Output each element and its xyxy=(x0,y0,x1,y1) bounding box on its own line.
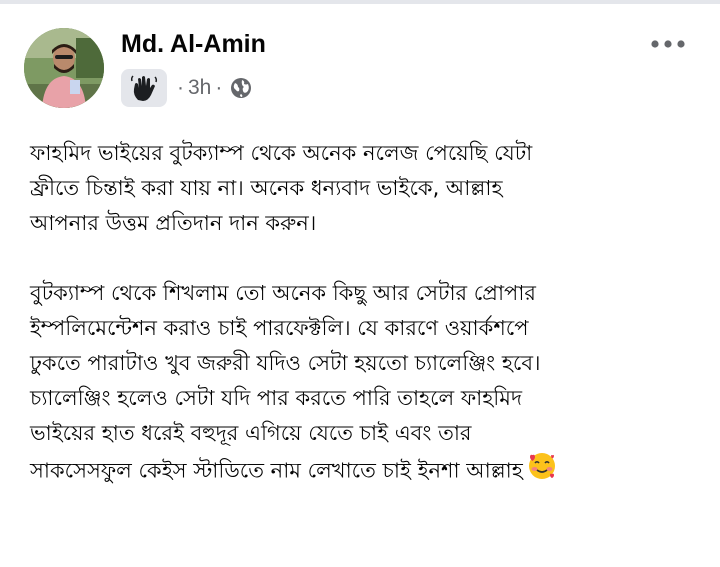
waving-hand-icon[interactable] xyxy=(121,69,167,107)
post-time[interactable]: 3h xyxy=(188,76,211,99)
post-text: সাকসেসফুল কেইস স্টাডিতে নাম লেখাতে চাই ই… xyxy=(30,458,523,483)
post-paragraph: ফাহমিদ ভাইয়ের বুটক্যাম্প থেকে অনেক নলেজ… xyxy=(30,136,710,241)
top-divider xyxy=(0,0,720,4)
post-paragraph: বুটক্যাম্প থেকে শিখলাম তো অনেক কিছু আর স… xyxy=(30,276,710,492)
post-body: ফাহমিদ ভাইয়ের বুটক্যাম্প থেকে অনেক নলেজ… xyxy=(30,136,710,492)
more-options-icon[interactable] xyxy=(644,30,692,58)
author-name[interactable]: Md. Al-Amin xyxy=(121,30,266,59)
post-text-line: ফাহমিদ ভাইয়ের বুটক্যাম্প থেকে অনেক নলেজ… xyxy=(30,141,533,165)
post-text-line: ইম্পলিমেন্টেশন করাও চাই পারফেক্টলি। যে ক… xyxy=(30,316,529,340)
meta-separator: · xyxy=(177,76,184,99)
post-text-line: ফ্রীতে চিন্তাই করা যায় না। অনেক ধন্যবাদ… xyxy=(30,176,503,200)
post-text-line: আপনার উত্তম প্রতিদান দান করুন। xyxy=(30,211,317,235)
post-text-line: ভাইয়ের হাত ধরেই বহুদূর এগিয়ে যেতে চাই … xyxy=(30,421,472,445)
post-text-line: বুটক্যাম্প থেকে শিখলাম তো অনেক কিছু আর স… xyxy=(30,281,536,305)
post-text-line: চ্যালেঞ্জিং হলেও সেটা যদি পার করতে পারি … xyxy=(30,386,522,410)
post-text-line: ঢুকতে পারাটাও খুব জরুরী যদিও সেটা হয়তো … xyxy=(30,351,541,375)
post-meta: · 3h · xyxy=(121,69,252,107)
post-text-line-last: সাকসেসফুল কেইস স্টাডিতে নাম লেখাতে চাই ই… xyxy=(30,451,710,492)
avatar[interactable] xyxy=(24,28,104,108)
globe-icon[interactable] xyxy=(230,77,252,99)
meta-separator: · xyxy=(215,76,223,99)
smiling-face-with-hearts-icon xyxy=(527,451,557,492)
profile-photo xyxy=(24,28,104,108)
